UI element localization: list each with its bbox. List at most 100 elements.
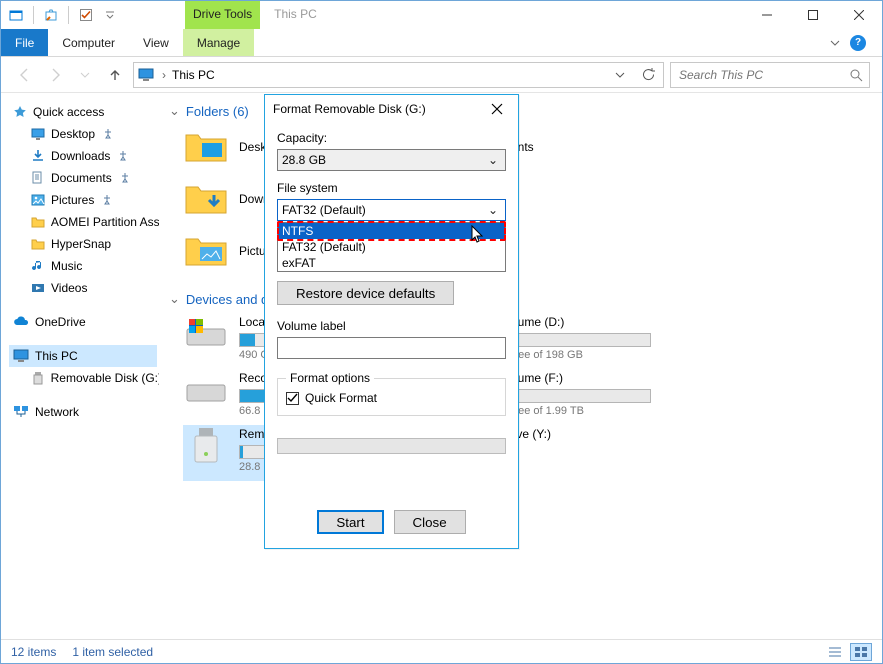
tab-view[interactable]: View bbox=[129, 29, 183, 56]
view-details-icon[interactable] bbox=[824, 643, 846, 661]
address-bar[interactable]: › This PC bbox=[133, 62, 664, 88]
chevron-down-icon: ⌄ bbox=[169, 103, 180, 119]
usage-bar bbox=[501, 333, 651, 347]
nav-pictures[interactable]: Pictures bbox=[9, 189, 159, 211]
desktop-icon bbox=[31, 127, 45, 141]
usb-icon bbox=[31, 371, 45, 385]
capacity-label: Capacity: bbox=[277, 131, 506, 145]
nav-videos[interactable]: Videos bbox=[9, 277, 159, 299]
nav-forward-icon[interactable] bbox=[43, 63, 67, 87]
nav-removable[interactable]: Removable Disk (G:) bbox=[9, 367, 159, 389]
option-fat32[interactable]: FAT32 (Default) bbox=[278, 239, 505, 255]
help-icon[interactable]: ? bbox=[850, 35, 866, 51]
nav-onedrive[interactable]: OneDrive bbox=[9, 311, 159, 333]
dialog-close-icon[interactable] bbox=[484, 98, 510, 120]
chevron-down-icon: ⌄ bbox=[485, 203, 501, 217]
tab-manage[interactable]: Manage bbox=[183, 29, 254, 56]
pin-icon bbox=[116, 151, 130, 161]
folder-documents-partial[interactable]: ments bbox=[501, 125, 621, 169]
pictures-icon bbox=[31, 193, 45, 207]
drive-icon bbox=[183, 369, 229, 409]
address-row: › This PC bbox=[1, 57, 882, 93]
tab-file[interactable]: File bbox=[1, 29, 48, 56]
close-button[interactable] bbox=[836, 1, 882, 29]
nav-this-pc[interactable]: This PC bbox=[9, 345, 157, 367]
qat-dropdown-icon[interactable] bbox=[101, 1, 119, 29]
view-tiles-icon[interactable] bbox=[850, 643, 872, 661]
pin-icon bbox=[100, 195, 114, 205]
dialog-titlebar[interactable]: Format Removable Disk (G:) bbox=[265, 95, 518, 123]
option-ntfs[interactable]: NTFS bbox=[278, 223, 505, 239]
format-options-group: Format options Quick Format bbox=[277, 371, 506, 416]
maximize-button[interactable] bbox=[790, 1, 836, 29]
search-box[interactable] bbox=[670, 62, 870, 88]
ribbon-expand-icon[interactable] bbox=[830, 38, 840, 48]
star-icon bbox=[13, 105, 27, 119]
restore-defaults-button[interactable]: Restore device defaults bbox=[277, 281, 454, 305]
app-icon[interactable] bbox=[7, 1, 25, 29]
volume-label-input[interactable] bbox=[277, 337, 506, 359]
folder-icon bbox=[183, 231, 229, 271]
videos-icon bbox=[31, 281, 45, 295]
format-dialog: Format Removable Disk (G:) Capacity: 28.… bbox=[264, 94, 519, 549]
address-location: This PC bbox=[172, 68, 215, 82]
close-button[interactable]: Close bbox=[394, 510, 466, 534]
explorer-window: Drive Tools This PC File Computer View M… bbox=[0, 0, 883, 664]
nav-music[interactable]: Music bbox=[9, 255, 159, 277]
search-icon[interactable] bbox=[849, 68, 863, 82]
volume-label-label: Volume label bbox=[277, 319, 506, 333]
usb-drive-icon bbox=[183, 425, 229, 465]
this-pc-icon bbox=[13, 349, 29, 363]
folder-icon bbox=[183, 127, 229, 167]
nav-back-icon[interactable] bbox=[13, 63, 37, 87]
drive-f-partial[interactable]: Volume (F:) B free of 1.99 TB bbox=[501, 369, 661, 425]
chevron-down-icon: ⌄ bbox=[169, 291, 180, 307]
status-item-count: 12 items bbox=[11, 645, 56, 659]
pin-icon bbox=[118, 173, 132, 183]
search-input[interactable] bbox=[677, 67, 849, 83]
qat-checkbox-icon[interactable] bbox=[77, 1, 95, 29]
drive-d-partial[interactable]: Volume (D:) B free of 198 GB bbox=[501, 313, 661, 369]
nav-aomei[interactable]: AOMEI Partition Ass bbox=[9, 211, 159, 233]
nav-up-icon[interactable] bbox=[103, 63, 127, 87]
nav-history-icon[interactable] bbox=[73, 63, 97, 87]
nav-desktop[interactable]: Desktop bbox=[9, 123, 159, 145]
music-icon bbox=[31, 259, 45, 273]
window-controls bbox=[744, 1, 882, 29]
nav-downloads[interactable]: Downloads bbox=[9, 145, 159, 167]
network-icon bbox=[13, 405, 29, 419]
start-button[interactable]: Start bbox=[317, 510, 383, 534]
qat-properties-icon[interactable] bbox=[42, 1, 60, 29]
drive-y-partial[interactable]: Drive (Y:) bbox=[501, 425, 661, 481]
address-dropdown-icon[interactable] bbox=[609, 70, 631, 80]
window-title: This PC bbox=[260, 1, 317, 21]
onedrive-icon bbox=[13, 316, 29, 328]
pin-icon bbox=[101, 129, 115, 139]
folder-icon bbox=[31, 237, 45, 251]
dialog-title: Format Removable Disk (G:) bbox=[273, 102, 484, 116]
documents-icon bbox=[31, 171, 45, 185]
quick-access-toolbar bbox=[1, 1, 125, 29]
folder-icon bbox=[31, 215, 45, 229]
quick-format-checkbox[interactable]: Quick Format bbox=[286, 391, 497, 405]
chevron-right-icon[interactable]: › bbox=[162, 68, 166, 82]
contextual-tab-drive-tools: Drive Tools bbox=[185, 1, 260, 29]
this-pc-icon bbox=[138, 67, 156, 83]
nav-hypersnap[interactable]: HyperSnap bbox=[9, 233, 159, 255]
usage-bar bbox=[501, 389, 651, 403]
option-exfat[interactable]: exFAT bbox=[278, 255, 505, 271]
capacity-combo[interactable]: 28.8 GB ⌄ bbox=[277, 149, 506, 171]
nav-quick-access[interactable]: Quick access bbox=[9, 101, 159, 123]
minimize-button[interactable] bbox=[744, 1, 790, 29]
status-selected: 1 item selected bbox=[72, 645, 153, 659]
checkbox-icon bbox=[286, 392, 299, 405]
ribbon-tabs: File Computer View Manage ? bbox=[1, 29, 882, 57]
filesystem-label: File system bbox=[277, 181, 506, 195]
tab-computer[interactable]: Computer bbox=[48, 29, 129, 56]
filesystem-dropdown: NTFS FAT32 (Default) exFAT bbox=[277, 222, 506, 272]
dialog-body: Capacity: 28.8 GB ⌄ File system FAT32 (D… bbox=[265, 123, 518, 548]
nav-documents[interactable]: Documents bbox=[9, 167, 159, 189]
refresh-icon[interactable] bbox=[637, 68, 659, 82]
filesystem-combo[interactable]: FAT32 (Default) ⌄ bbox=[277, 199, 506, 221]
nav-network[interactable]: Network bbox=[9, 401, 159, 423]
